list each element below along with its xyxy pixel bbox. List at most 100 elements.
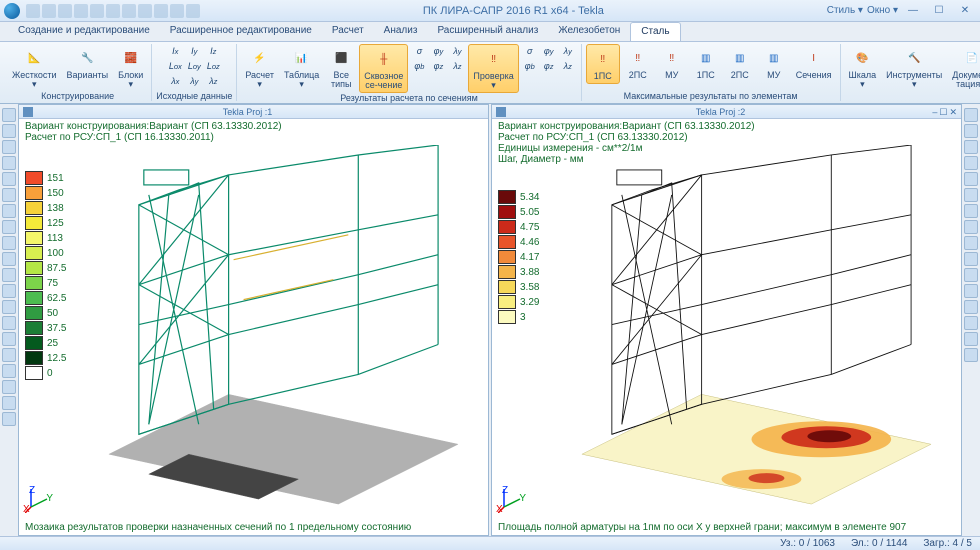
ps2-p-button[interactable]: ▥2ПС [724, 44, 756, 82]
tab-ext-edit[interactable]: Расширенное редактирование [160, 22, 322, 41]
style-menu[interactable]: Стиль ▾ [827, 5, 863, 16]
qat-btn[interactable] [106, 4, 120, 18]
grid-btn[interactable]: λz [559, 59, 577, 73]
tool-btn[interactable] [964, 188, 978, 202]
tool-btn[interactable] [964, 284, 978, 298]
close-button[interactable]: ✕ [954, 4, 976, 18]
mu-p-button[interactable]: ▥МУ [758, 44, 790, 82]
grid-btn[interactable]: φz [540, 59, 558, 73]
qat-btn[interactable] [138, 4, 152, 18]
tool-btn[interactable] [2, 396, 16, 410]
tool-btn[interactable] [964, 172, 978, 186]
tab-create-edit[interactable]: Создание и редактирование [8, 22, 160, 41]
all-types-button[interactable]: ⬛Все типы [325, 44, 357, 91]
viewport-icon[interactable] [23, 107, 33, 117]
tool-btn[interactable] [964, 204, 978, 218]
tool-btn[interactable] [2, 204, 16, 218]
docs-button[interactable]: 📄Докумен-тация ▾ [948, 44, 980, 91]
tools-button[interactable]: 🔨Инструменты ▾ [882, 44, 946, 91]
calc-button[interactable]: ⚡Расчет ▾ [241, 44, 278, 91]
tool-btn[interactable] [2, 252, 16, 266]
grid-btn[interactable]: φb [521, 59, 539, 73]
tab-calc[interactable]: Расчет [322, 22, 374, 41]
grid-btn[interactable]: Iy [185, 44, 203, 58]
tool-btn[interactable] [964, 332, 978, 346]
tool-btn[interactable] [2, 188, 16, 202]
qat-btn[interactable] [58, 4, 72, 18]
tool-btn[interactable] [2, 380, 16, 394]
tool-btn[interactable] [2, 300, 16, 314]
grid-btn[interactable]: Loz [204, 59, 222, 73]
stiffness-button[interactable]: 📐Жесткости ▾ [8, 44, 61, 91]
tool-btn[interactable] [964, 156, 978, 170]
cross-section-button[interactable]: ╫Сквозное се-чение [359, 44, 408, 93]
tool-btn[interactable] [2, 124, 16, 138]
tab-analysis[interactable]: Анализ [374, 22, 428, 41]
grid-btn[interactable]: σ [410, 44, 428, 58]
tool-btn[interactable] [964, 236, 978, 250]
tool-btn[interactable] [964, 220, 978, 234]
grid-btn[interactable]: φy [540, 44, 558, 58]
tool-btn[interactable] [2, 108, 16, 122]
grid-btn[interactable]: λx [166, 74, 184, 88]
tool-btn[interactable] [2, 140, 16, 154]
grid-btn[interactable]: Iz [204, 44, 222, 58]
tool-btn[interactable] [964, 252, 978, 266]
tool-btn[interactable] [2, 412, 16, 426]
tab-concrete[interactable]: Железобетон [548, 22, 630, 41]
vp-min-icon[interactable]: – [932, 105, 937, 119]
tool-btn[interactable] [964, 140, 978, 154]
sections-button[interactable]: IСечения [792, 44, 836, 82]
tool-btn[interactable] [2, 236, 16, 250]
tool-btn[interactable] [2, 172, 16, 186]
grid-btn[interactable]: λy [185, 74, 203, 88]
tool-btn[interactable] [2, 332, 16, 346]
grid-btn[interactable]: λy [448, 44, 466, 58]
grid-btn[interactable]: φy [429, 44, 447, 58]
grid-btn[interactable]: λz [204, 74, 222, 88]
vp-close-icon[interactable]: ✕ [949, 105, 957, 119]
tool-btn[interactable] [2, 364, 16, 378]
window-menu[interactable]: Окно ▾ [867, 5, 898, 16]
ps2-button[interactable]: ‼2ПС [622, 44, 654, 82]
tool-btn[interactable] [964, 316, 978, 330]
minimize-button[interactable]: — [902, 4, 924, 18]
qat-btn[interactable] [90, 4, 104, 18]
vp-max-icon[interactable]: ☐ [939, 105, 947, 119]
ps1-p-button[interactable]: ▥1ПС [690, 44, 722, 82]
check-button[interactable]: ‼Проверка ▾ [468, 44, 518, 93]
grid-btn[interactable]: Ix [166, 44, 184, 58]
tool-btn[interactable] [2, 268, 16, 282]
qat-btn[interactable] [154, 4, 168, 18]
grid-btn[interactable]: λy [559, 44, 577, 58]
grid-btn[interactable]: λz [448, 59, 466, 73]
grid-btn[interactable]: φz [429, 59, 447, 73]
tool-btn[interactable] [2, 284, 16, 298]
grid-btn[interactable]: σ [521, 44, 539, 58]
qat-btn[interactable] [186, 4, 200, 18]
qat-btn[interactable] [170, 4, 184, 18]
viewport-left[interactable]: Tekla Proj :1 Вариант конструирования:Ва… [18, 104, 489, 536]
tool-btn[interactable] [964, 268, 978, 282]
mu-button[interactable]: ‼МУ [656, 44, 688, 82]
tab-ext-analysis[interactable]: Расширенный анализ [427, 22, 548, 41]
tool-btn[interactable] [2, 316, 16, 330]
tool-btn[interactable] [2, 156, 16, 170]
ps1-button[interactable]: ‼1ПС [586, 44, 620, 84]
qat-btn[interactable] [42, 4, 56, 18]
qat-btn[interactable] [122, 4, 136, 18]
tool-btn[interactable] [964, 124, 978, 138]
tool-btn[interactable] [2, 220, 16, 234]
grid-btn[interactable]: Lox [166, 59, 184, 73]
grid-btn[interactable]: Loy [185, 59, 203, 73]
table-button[interactable]: 📊Таблица ▾ [280, 44, 323, 91]
tool-btn[interactable] [964, 300, 978, 314]
viewport-right[interactable]: Tekla Proj :2 –☐✕ Вариант конструировани… [491, 104, 962, 536]
app-icon[interactable] [4, 3, 20, 19]
maximize-button[interactable]: ☐ [928, 4, 950, 18]
blocks-button[interactable]: 🧱Блоки ▾ [114, 44, 147, 91]
variants-button[interactable]: 🔧Варианты [63, 44, 113, 82]
grid-btn[interactable]: φb [410, 59, 428, 73]
qat-btn[interactable] [74, 4, 88, 18]
tool-btn[interactable] [964, 348, 978, 362]
